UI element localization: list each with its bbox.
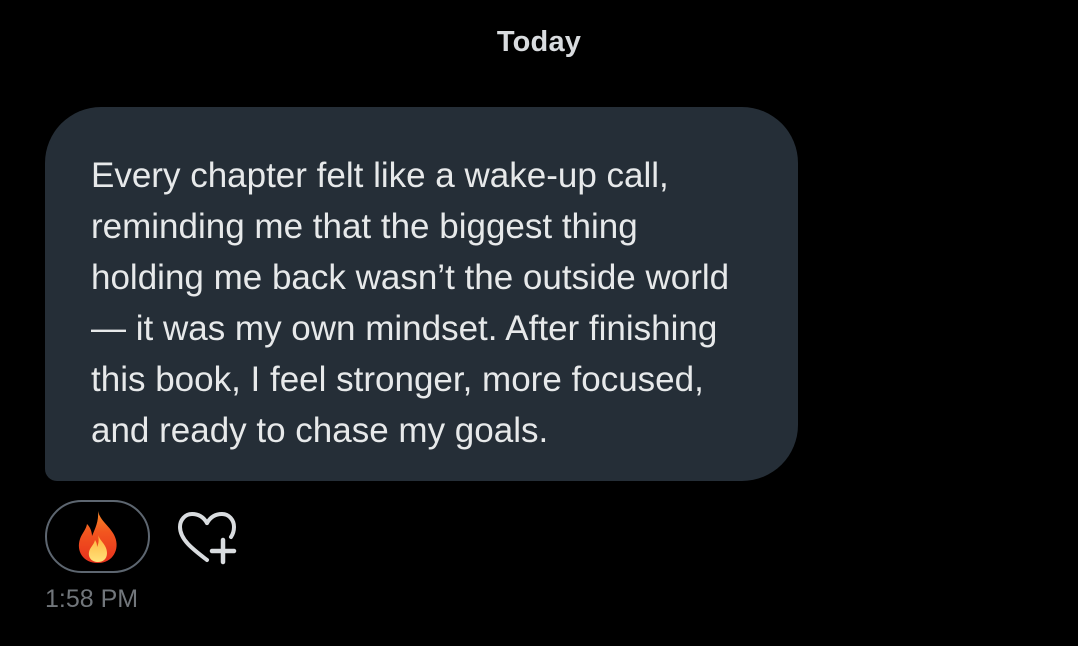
reaction-fire-button[interactable] (45, 500, 150, 573)
message-timestamp: 1:58 PM (45, 585, 139, 613)
fire-icon (78, 510, 117, 563)
heart-plus-icon (178, 512, 237, 565)
date-divider: Today (496, 26, 582, 58)
message-text: Every chapter felt like a wake-up call, … (91, 156, 730, 450)
add-reaction-button[interactable] (176, 510, 238, 568)
message-bubble[interactable]: Every chapter felt like a wake-up call, … (45, 107, 798, 481)
